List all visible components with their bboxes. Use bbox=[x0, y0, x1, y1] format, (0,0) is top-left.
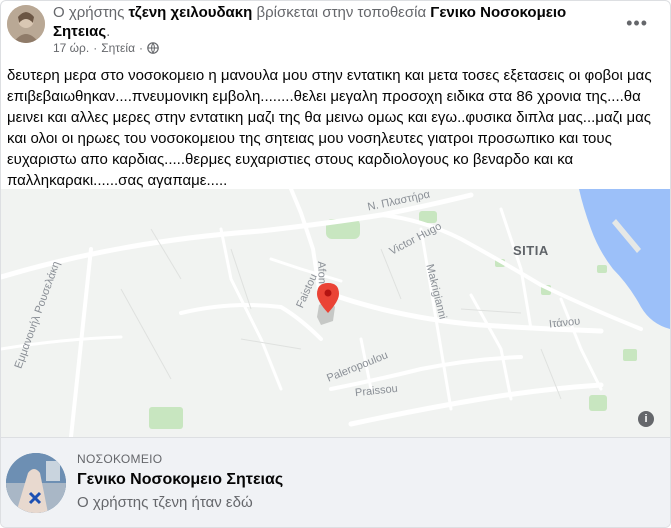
info-icon[interactable]: i bbox=[638, 411, 654, 427]
post-meta: 17 ώρ. · Σητεία · bbox=[53, 41, 159, 55]
globe-icon bbox=[147, 42, 159, 54]
feed-post: Ο χρήστης τζενη χειλουδακη βρίσκεται στη… bbox=[0, 0, 671, 528]
location-map[interactable]: SITIA Ν. Πλαστήρα Victor Hugo Afon Makri… bbox=[1, 189, 670, 437]
meta-separator: · bbox=[93, 41, 98, 55]
post-text: δευτερη μερα στο νοσοκομειο η μανουλα μο… bbox=[7, 67, 652, 189]
post-time[interactable]: 17 ώρ. bbox=[53, 41, 89, 55]
author-avatar[interactable] bbox=[7, 5, 45, 43]
post-location[interactable]: Σητεία bbox=[101, 41, 135, 55]
location-photo bbox=[6, 453, 66, 513]
location-subtitle: Ο χρήστης τζενη ήταν εδώ bbox=[77, 494, 253, 511]
location-card[interactable]: ΝΟΣΟΚΟΜΕΙΟ Γενικο Νοσοκομειο Σητειας Ο χ… bbox=[1, 437, 670, 527]
meta-separator-2: · bbox=[139, 41, 144, 55]
map-city-label: SITIA bbox=[513, 243, 549, 258]
map-canvas bbox=[1, 189, 670, 437]
header-middle: βρίσκεται στην τοποθεσία bbox=[256, 4, 427, 21]
post-header: Ο χρήστης τζενη χειλουδακη βρίσκεται στη… bbox=[53, 3, 613, 41]
location-name-link[interactable]: Γενικο Νοσοκομειο Σητειας bbox=[77, 471, 283, 489]
author-name-link[interactable]: τζενη χειλουδακη bbox=[129, 4, 253, 21]
location-category: ΝΟΣΟΚΟΜΕΙΟ bbox=[77, 452, 163, 466]
header-prefix: Ο χρήστης bbox=[53, 4, 125, 21]
avatar-image bbox=[7, 5, 45, 43]
location-thumbnail bbox=[6, 453, 66, 513]
header-suffix: . bbox=[106, 23, 111, 40]
more-options-icon[interactable]: ••• bbox=[626, 13, 648, 34]
